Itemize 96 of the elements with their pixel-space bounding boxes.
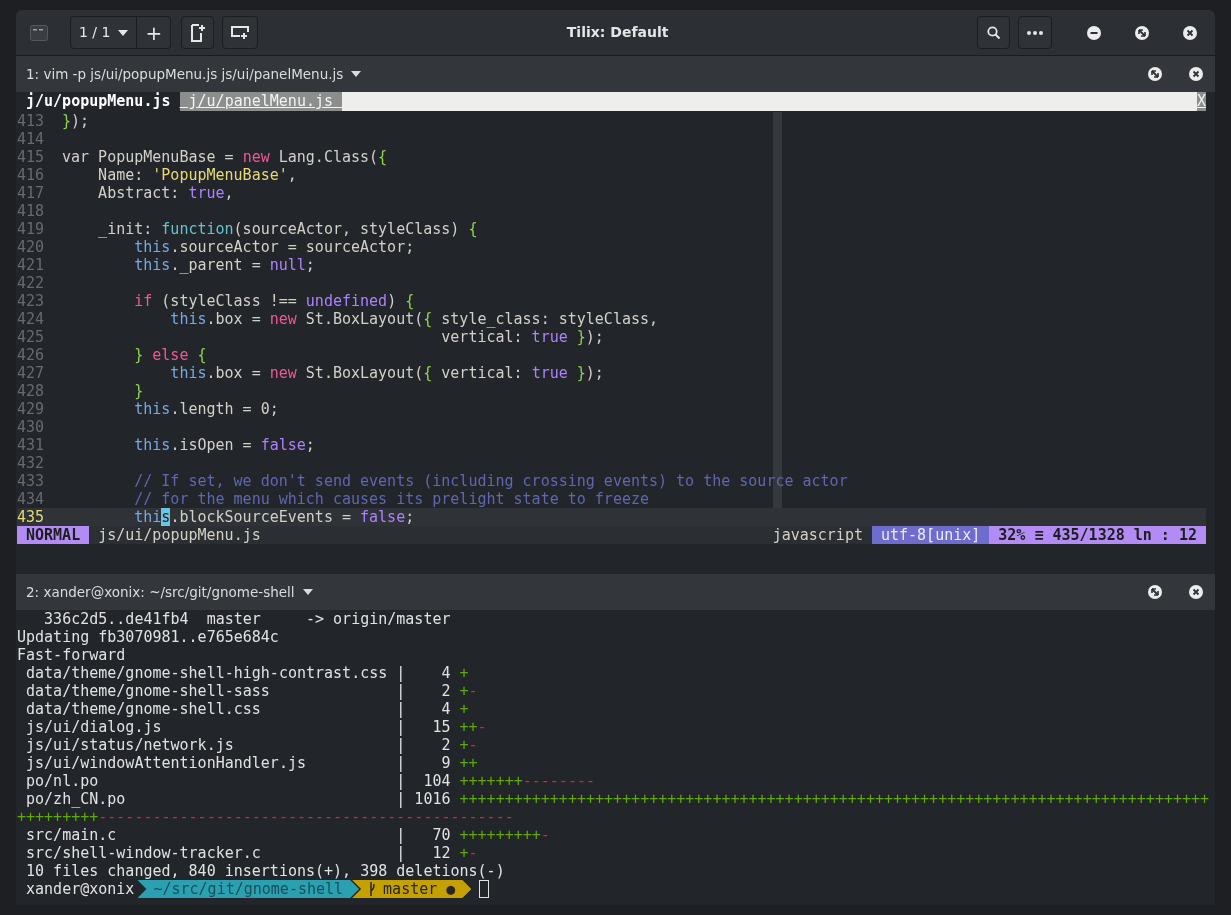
line-number: 421 xyxy=(17,256,46,274)
code-line: _init: function(sourceActor, styleClass) { xyxy=(97,220,478,238)
code-line: if (styleClass !== undefined) { xyxy=(133,292,415,310)
search-button[interactable] xyxy=(977,16,1010,49)
column-text: 12 xyxy=(1177,526,1197,544)
caret-icon xyxy=(118,29,129,36)
code-line: vertical: true }); xyxy=(440,328,604,346)
prompt-path: ~/src/git/gnome-shell xyxy=(153,880,344,898)
code-line: } xyxy=(133,382,144,400)
terminal-line: po/zh_CN.po | 1016 +++++++++++++++++++++++++++++++++++++++++++++++++++++++++++++++++++++++++++++++++++ xyxy=(25,790,1211,808)
prompt-user: xander@xonix xyxy=(25,880,136,898)
line-number: 434 xyxy=(17,490,46,508)
session-button[interactable]: 1 / 1 xyxy=(70,16,138,49)
file-type: javascript xyxy=(772,526,864,544)
vim-tab[interactable]: j/u/popupMenu.js xyxy=(17,92,180,111)
terminal-line: js/ui/windowAttentionHandler.js | 9 ++ xyxy=(25,754,479,772)
code-line: // If set, we don't send events (including crossing events) to the source actor xyxy=(133,472,848,490)
terminal-line: js/ui/dialog.js | 15 ++- xyxy=(25,718,488,736)
code-line: this.blockSourceEvents = false; xyxy=(133,508,415,526)
line-number: 418 xyxy=(17,202,46,220)
split-down-icon xyxy=(231,25,250,40)
line-number: 424 xyxy=(17,310,46,328)
terminal-line: js/ui/status/network.js | 2 +- xyxy=(25,736,479,754)
code-line: Abstract: true, xyxy=(97,184,234,202)
branch-name: master ● xyxy=(383,880,456,898)
minimize-icon[interactable] xyxy=(1087,25,1101,40)
line-number: 430 xyxy=(17,418,46,436)
close-pane-icon[interactable] xyxy=(1189,67,1203,81)
line-number: 416 xyxy=(17,166,46,184)
file-encoding: utf-8[unix] xyxy=(871,526,990,544)
code-line: this._parent = null; xyxy=(133,256,315,274)
line-number: 431 xyxy=(17,436,46,454)
terminal-line: Fast-forward xyxy=(17,646,127,664)
line-number: 415 xyxy=(17,148,46,166)
maximize-icon[interactable] xyxy=(1135,25,1149,40)
terminal-line: 10 files changed, 840 insertions(+), 398 deletions(-) xyxy=(25,862,506,880)
maximize-pane-icon[interactable] xyxy=(1148,585,1162,599)
code-line: this.length = 0; xyxy=(133,400,279,418)
line-number: 432 xyxy=(17,454,46,472)
line-number: 420 xyxy=(17,238,46,256)
code-line: this.box = new St.BoxLayout({ vertical: true }); xyxy=(169,364,604,382)
terminal-line: src/main.c | 70 +++++++++- xyxy=(25,826,551,844)
code-line: // for the menu which causes its prelight state to freeze xyxy=(133,490,649,508)
file-name: js/ui/popupMenu.js xyxy=(97,526,262,544)
percent-text: 32% xyxy=(998,526,1027,544)
pane-title[interactable]: 2: xander@xonix: ~/src/git/gnome-shell xyxy=(26,581,295,603)
line-number: 433 xyxy=(17,472,46,490)
split-right-button[interactable] xyxy=(181,16,215,49)
pane-title[interactable]: 1: vim -p js/ui/popupMenu.js js/ui/panelMenu.js xyxy=(26,63,344,85)
line-number: 423 xyxy=(17,292,46,310)
line-number: 414 xyxy=(17,130,46,148)
terminal-line: +++++++++---------------------------------------------- xyxy=(17,808,515,826)
new-session-button[interactable]: + xyxy=(137,16,172,49)
close-pane-icon[interactable] xyxy=(1189,585,1203,599)
position-text: 435/1328 xyxy=(1051,526,1126,544)
more-icon xyxy=(1027,30,1043,35)
terminal-cursor xyxy=(479,880,490,898)
line-number: 425 xyxy=(17,328,46,346)
terminal-line: src/shell-window-tracker.c | 12 +- xyxy=(25,844,479,862)
code-line: this.box = new St.BoxLayout({ style_class: styleClass, xyxy=(169,310,659,328)
terminal-line: Updating fb3070981..e765e684c xyxy=(17,628,280,646)
window-title: Tilix: Default xyxy=(565,23,670,42)
line-number: 429 xyxy=(17,400,46,418)
terminal-line: data/theme/gnome-shell-high-contrast.css | 4 + xyxy=(25,664,470,682)
line-number: 427 xyxy=(17,364,46,382)
branch-icon xyxy=(368,882,377,896)
terminal-icon xyxy=(30,24,48,41)
line-number: 419 xyxy=(17,220,46,238)
code-line: this.isOpen = false; xyxy=(133,436,315,454)
split-right-icon xyxy=(190,23,205,42)
lines-symbol: ≡ xyxy=(1034,526,1044,544)
terminal-line: data/theme/gnome-shell.css | 4 + xyxy=(25,700,470,718)
mode-indicator: NORMAL xyxy=(17,526,90,544)
caret-icon[interactable] xyxy=(302,589,313,595)
search-icon xyxy=(987,26,1000,39)
code-line: }); xyxy=(62,112,90,130)
line-number: 435 xyxy=(17,508,46,526)
line-number: 428 xyxy=(17,382,46,400)
close-icon[interactable] xyxy=(1183,25,1197,40)
split-down-button[interactable] xyxy=(222,16,259,49)
code-line: } else { xyxy=(133,346,207,364)
line-number: 422 xyxy=(17,274,46,292)
terminal-line: 336c2d5..de41fb4 master -> origin/master xyxy=(43,610,452,628)
menu-button[interactable] xyxy=(1018,16,1052,49)
maximize-pane-icon[interactable] xyxy=(1148,67,1162,81)
line-number: 413 xyxy=(17,112,46,130)
code-line: this.sourceActor = sourceActor; xyxy=(133,238,415,256)
terminal-line: po/nl.po | 104 +++++++-------- xyxy=(25,772,596,790)
code-line: var PopupMenuBase = new Lang.Class({ xyxy=(62,148,388,166)
column-separator: : xyxy=(1159,526,1170,544)
terminal-line: data/theme/gnome-shell-sass | 2 +- xyxy=(25,682,479,700)
line-number: 417 xyxy=(17,184,46,202)
code-line: Name: 'PopupMenuBase', xyxy=(97,166,297,184)
caret-icon[interactable] xyxy=(351,71,362,77)
line-number: 426 xyxy=(17,346,46,364)
line-symbol: ln xyxy=(1133,526,1152,544)
